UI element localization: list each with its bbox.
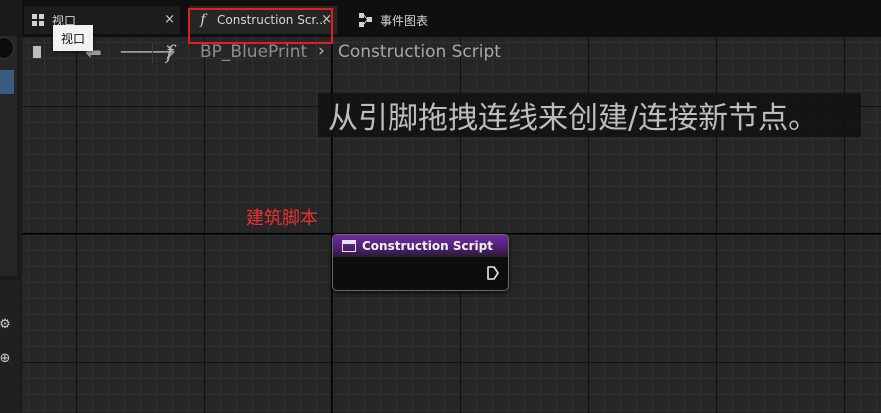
node-title: Construction Script [362,239,493,253]
construction-script-annotation: 建筑脚本 [246,208,318,229]
tab-viewport[interactable]: 视口 × [24,6,180,34]
exec-output-pin-icon[interactable] [486,265,500,281]
bookmark-icon[interactable] [33,46,41,58]
function-icon: f [166,40,174,64]
viewport-tooltip: 视口 [53,25,93,51]
left-panel-selected-item[interactable] [0,70,14,94]
breadcrumb-blueprint[interactable]: BP_BluePrint [200,42,307,62]
function-node-icon [342,240,356,252]
breadcrumb-construction-script: Construction Script [338,42,501,62]
event-graph-icon [358,12,374,28]
tab-bar: 视口 × f Construction Scr... × 事件图表 [22,0,881,37]
add-circle-icon[interactable]: ⊕ [0,350,13,366]
settings-icon[interactable]: ⚙ [0,316,13,332]
tab-event-graph-label: 事件图表 [380,13,429,28]
tab-event-graph[interactable]: 事件图表 [352,6,502,34]
left-panel-strip: ⚙ ⊕ [0,0,22,413]
graph-navigation-bar: ⬅ 🡒 f BP_BluePrint › Construction Script [22,37,542,67]
breadcrumb-chevron-icon: › [318,41,325,61]
node-header: Construction Script [333,235,508,257]
construction-script-node[interactable]: Construction Script [332,234,509,291]
graph-hint-banner: 从引脚拖拽连线来创建/连接新节点。 [318,93,861,137]
close-icon[interactable]: × [164,12,175,27]
viewport-grid-icon [30,12,46,28]
left-panel-lower [0,280,20,413]
nav-separator [152,43,153,63]
